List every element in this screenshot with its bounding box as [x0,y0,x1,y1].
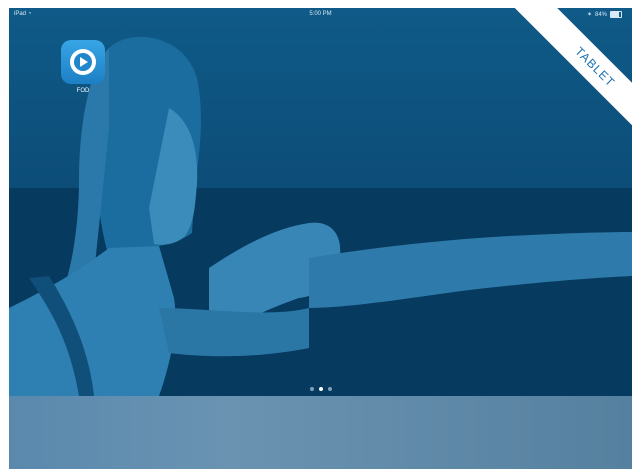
page-dot[interactable] [309,387,314,391]
tablet-ribbon-label: TABLET [510,8,632,152]
tablet-corner-ribbon: TABLET [482,8,632,158]
page-indicator[interactable] [9,387,632,391]
ipad-home-screen: iPad ◔ 5:00 PM ✶ 84% FOD TABLET [9,8,632,469]
page-dot[interactable] [318,387,323,391]
page-dot[interactable] [327,387,332,391]
app-fod[interactable]: FOD [61,40,105,94]
fod-app-icon[interactable] [61,40,105,84]
app-label-fod: FOD [76,88,90,94]
play-icon [70,49,96,75]
dock [9,396,632,469]
